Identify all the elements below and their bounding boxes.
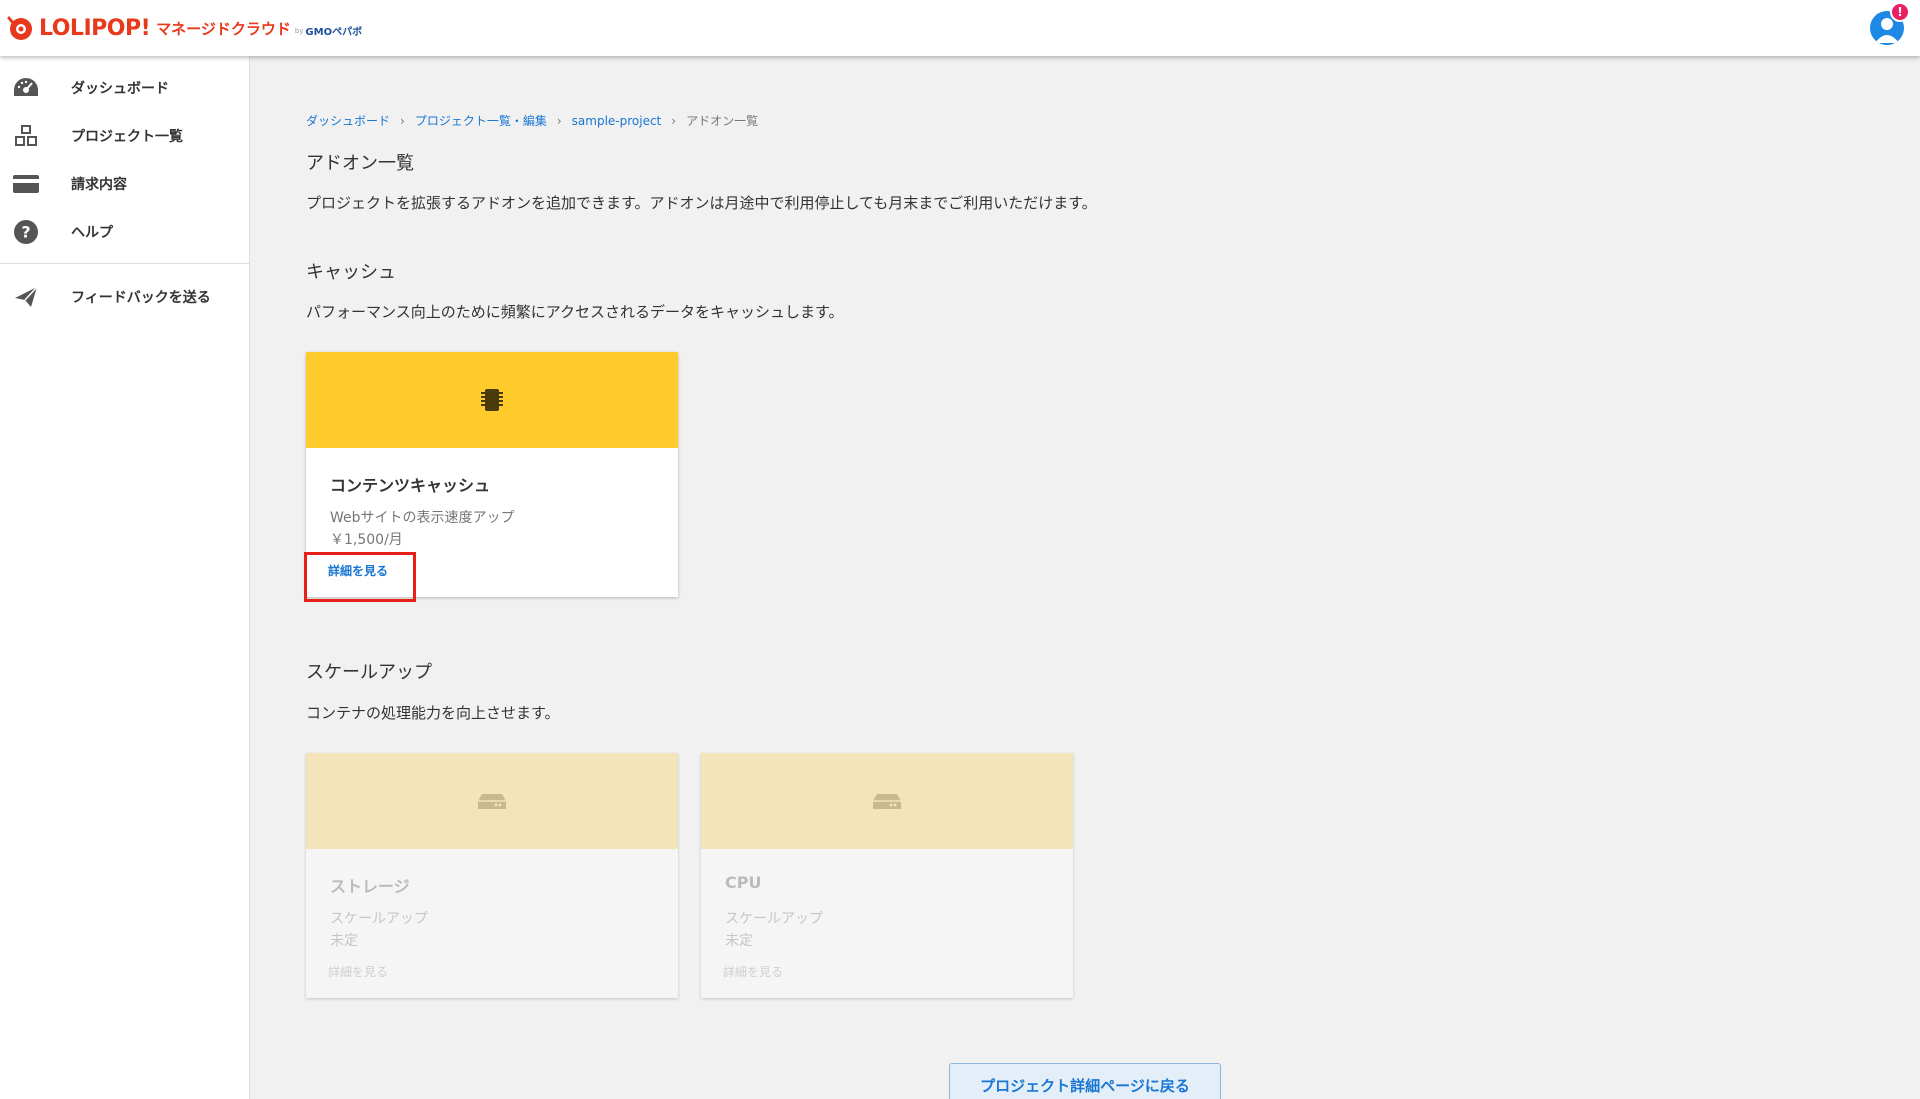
section-title-cache: キャッシュ	[306, 262, 396, 283]
chevron-right-icon: ›	[556, 113, 562, 128]
card-price: 未定	[330, 933, 358, 949]
lolipop-logo-mark-icon	[7, 16, 32, 40]
section-description-cache: パフォーマンス向上のために頻繁にアクセスされるデータをキャッシュします。	[306, 303, 844, 321]
card-subtitle: スケールアップ	[330, 911, 428, 927]
storage-drive-icon	[873, 794, 901, 809]
sidebar: ダッシュボード プロジェクト一覧 請求内容 ? ヘルプ フィードバックを送る	[0, 56, 250, 1099]
sidebar-item-help[interactable]: ? ヘルプ	[0, 208, 250, 256]
addon-card-cpu: CPU スケールアップ 未定 詳細を見る	[701, 753, 1073, 998]
svg-text:?: ?	[21, 223, 30, 242]
breadcrumb-projects[interactable]: プロジェクト一覧・編集	[415, 112, 547, 129]
breadcrumb-project[interactable]: sample-project	[572, 114, 662, 128]
card-header	[701, 753, 1073, 849]
storage-drive-icon	[478, 794, 506, 809]
breadcrumb: ダッシュボード › プロジェクト一覧・編集 › sample-project ›…	[306, 112, 758, 129]
sidebar-item-billing[interactable]: 請求内容	[0, 160, 250, 208]
view-details-link: 詳細を見る	[723, 965, 784, 979]
breadcrumb-dashboard[interactable]: ダッシュボード	[306, 112, 390, 129]
send-icon	[12, 283, 40, 311]
page-title: アドオン一覧	[306, 153, 414, 174]
addon-card-content-cache[interactable]: コンテンツキャッシュ Webサイトの表示速度アップ ￥1,500/月 詳細を見る	[304, 352, 678, 602]
notification-badge[interactable]: !	[1890, 2, 1910, 22]
card-title: ストレージ	[330, 877, 410, 896]
help-circle-icon: ?	[12, 218, 40, 246]
sidebar-divider	[0, 263, 250, 264]
top-header: LOLIPOP! マネージドクラウド by GMOペパボ !	[0, 0, 1920, 56]
card-header	[306, 753, 678, 849]
sidebar-item-feedback[interactable]: フィードバックを送る	[0, 273, 250, 321]
card-price: ￥1,500/月	[330, 532, 403, 548]
card-price: 未定	[725, 933, 753, 949]
card-subtitle: スケールアップ	[725, 911, 823, 927]
sidebar-item-label: フィードバックを送る	[71, 290, 211, 306]
card-subtitle: Webサイトの表示速度アップ	[330, 510, 515, 526]
chevron-right-icon: ›	[671, 113, 677, 128]
card-title: CPU	[725, 873, 762, 892]
card-title: コンテンツキャッシュ	[330, 476, 491, 495]
page-description: プロジェクトを拡張するアドオンを追加できます。アドオンは月途中で利用停止しても月…	[306, 194, 1097, 212]
view-details-link: 詳細を見る	[328, 965, 389, 979]
sidebar-item-label: プロジェクト一覧	[71, 129, 183, 145]
section-title-scaleup: スケールアップ	[306, 662, 432, 683]
sidebar-item-label: ヘルプ	[71, 225, 113, 241]
logo-text: LOLIPOP!	[39, 15, 151, 41]
sidebar-item-label: ダッシュボード	[71, 81, 169, 97]
sidebar-item-dashboard[interactable]: ダッシュボード	[0, 64, 250, 112]
addon-card-storage: ストレージ スケールアップ 未定 詳細を見る	[306, 753, 678, 998]
gmo-pepabo-logo: GMOペパボ	[305, 26, 363, 38]
sidebar-item-projects[interactable]: プロジェクト一覧	[0, 112, 250, 160]
chip-icon	[481, 389, 503, 411]
speedometer-icon	[12, 74, 40, 102]
lolipop-logo[interactable]: LOLIPOP! マネージドクラウド by GMOペパボ	[7, 12, 362, 44]
logo-subtext: マネージドクラウド	[156, 19, 291, 38]
section-description-scaleup: コンテナの処理能力を向上させます。	[306, 704, 560, 722]
chevron-right-icon: ›	[400, 113, 405, 128]
card-header	[306, 352, 678, 448]
credit-card-icon	[12, 170, 40, 198]
back-to-project-button[interactable]: プロジェクト詳細ページに戻る	[949, 1063, 1221, 1099]
cubes-icon	[12, 122, 40, 150]
view-details-link[interactable]: 詳細を見る	[328, 562, 388, 579]
sidebar-item-label: 請求内容	[71, 177, 127, 193]
logo-by-text: by	[294, 27, 304, 35]
breadcrumb-current: アドオン一覧	[686, 114, 759, 128]
